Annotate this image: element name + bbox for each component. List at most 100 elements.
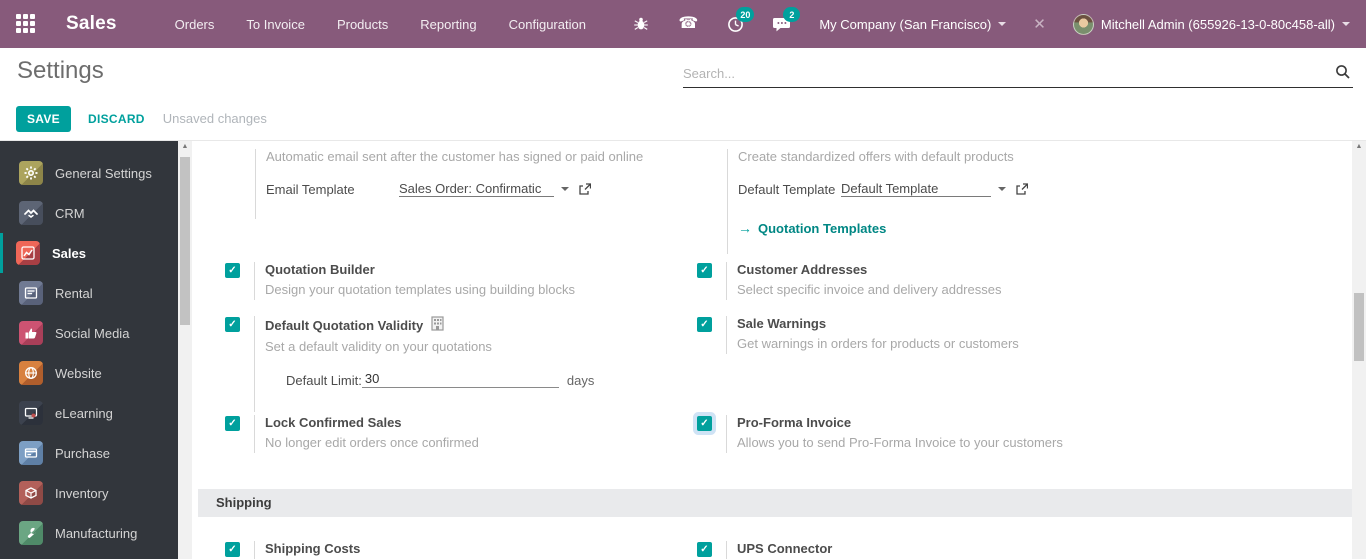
checkbox-customer-addresses[interactable] <box>697 263 712 278</box>
menu-reporting[interactable]: Reporting <box>420 17 476 32</box>
globe-icon <box>19 361 43 385</box>
setting-lock-confirmed-sales: Lock Confirmed Sales No longer edit orde… <box>225 415 705 453</box>
search-input[interactable] <box>683 66 1335 81</box>
default-template-select[interactable]: Default Template <box>841 181 991 197</box>
checkbox-ups-connector[interactable] <box>697 542 712 557</box>
sidebar-item-label: Inventory <box>55 485 109 501</box>
tools-inactive-icon[interactable]: ✕ <box>1033 15 1046 33</box>
main-menu: Orders To Invoice Products Reporting Con… <box>175 17 586 32</box>
sidebar-item-rental[interactable]: Rental <box>0 273 178 313</box>
sidebar-item-label: Sales <box>52 245 86 261</box>
arrow-right-icon: → <box>738 220 752 236</box>
default-limit-suffix: days <box>566 373 595 388</box>
setting-title: Default Quotation Validity <box>265 317 424 333</box>
sidebar-scrollbar-thumb[interactable] <box>180 157 190 325</box>
sidebar-item-purchase[interactable]: Purchase <box>0 433 178 473</box>
checkbox-pro-forma-invoice[interactable] <box>697 416 712 431</box>
sidebar-item-label: CRM <box>55 205 85 221</box>
setting-description: Set a default validity on your quotation… <box>265 339 492 354</box>
settings-sidebar: General Settings CRM Sales Rental Social… <box>0 141 178 559</box>
default-template-label: Default Template <box>738 181 836 197</box>
setting-customer-addresses: Customer Addresses Select specific invoi… <box>697 262 1257 300</box>
systray: ☎ 20 2 My Company (San Francisco) ✕ Mitc… <box>631 7 1350 35</box>
setting-description: Get warnings in orders for products or c… <box>737 336 1019 351</box>
setting-description: Allows you to send Pro-Forma Invoice to … <box>737 435 1063 450</box>
setting-title: UPS Connector <box>737 541 833 556</box>
setting-title: Quotation Builder <box>265 262 375 277</box>
avatar <box>1072 13 1094 35</box>
sidebar-item-general-settings[interactable]: General Settings <box>0 153 178 193</box>
setting-pro-forma-invoice: Pro-Forma Invoice Allows you to send Pro… <box>697 415 1257 453</box>
quotation-templates-link[interactable]: → Quotation Templates <box>738 220 1287 236</box>
kanban-card-icon <box>19 281 43 305</box>
quotation-templates-setting: Create standardized offers with default … <box>727 149 1287 254</box>
default-limit-input[interactable]: 30 <box>361 371 559 388</box>
setting-sale-warnings: Sale Warnings Get warnings in orders for… <box>697 316 1257 354</box>
sidebar-item-social-media[interactable]: Social Media <box>0 313 178 353</box>
setting-description: Design your quotation templates using bu… <box>265 282 576 297</box>
checkbox-default-quotation-validity[interactable] <box>225 317 240 332</box>
setting-ups-connector: UPS Connector <box>697 541 1257 559</box>
scroll-up-icon[interactable]: ▲ <box>1352 143 1366 150</box>
control-panel: Settings <box>0 48 1366 97</box>
chevron-down-icon <box>1342 22 1350 26</box>
checkbox-shipping-costs[interactable] <box>225 542 240 557</box>
settings-content: Automatic email sent after the customer … <box>192 141 1352 559</box>
settings-page: Sales Orders To Invoice Products Reporti… <box>0 0 1366 559</box>
messages-chat-icon[interactable]: 2 <box>772 7 801 34</box>
apps-menu-icon[interactable] <box>16 14 36 34</box>
line-chart-icon <box>16 241 40 265</box>
message-count-badge[interactable]: 2 <box>783 7 801 22</box>
external-link-icon[interactable] <box>578 182 591 196</box>
search-bar <box>683 60 1353 88</box>
user-menu[interactable]: Mitchell Admin (655926-13-0-80c458-all) <box>1072 13 1350 35</box>
box-icon <box>19 481 43 505</box>
app-brand[interactable]: Sales <box>66 13 117 35</box>
sidebar-item-inventory[interactable]: Inventory <box>0 473 178 513</box>
search-icon[interactable] <box>1335 64 1351 83</box>
checkbox-sale-warnings[interactable] <box>697 317 712 332</box>
sidebar-item-manufacturing[interactable]: Manufacturing <box>0 513 178 553</box>
activity-count-badge[interactable]: 20 <box>736 7 755 22</box>
enterprise-building-icon <box>431 316 444 334</box>
sidebar-item-label: Purchase <box>55 445 110 461</box>
main-scrollbar[interactable]: ▲ <box>1352 141 1366 559</box>
sidebar-item-label: Manufacturing <box>55 525 138 541</box>
sidebar-scrollbar[interactable]: ▲ <box>178 141 192 559</box>
sidebar-item-label: Website <box>55 365 102 381</box>
setting-description: No longer edit orders once confirmed <box>265 435 479 450</box>
default-limit-label: Default Limit: <box>286 373 362 388</box>
chevron-down-icon[interactable] <box>998 187 1006 191</box>
save-button[interactable]: SAVE <box>16 105 71 132</box>
discard-button[interactable]: DISCARD <box>88 112 145 126</box>
sidebar-item-elearning[interactable]: eLearning <box>0 393 178 433</box>
bug-icon[interactable] <box>631 14 651 34</box>
email-template-select[interactable]: Sales Order: Confirmatic <box>399 181 554 197</box>
activities-clock-icon[interactable]: 20 <box>725 7 755 34</box>
chevron-down-icon[interactable] <box>561 187 569 191</box>
screen-icon <box>19 401 43 425</box>
sidebar-item-website[interactable]: Website <box>0 353 178 393</box>
setting-default-quotation-validity: Default Quotation Validity Set a default… <box>225 316 705 412</box>
checkbox-lock-confirmed-sales[interactable] <box>225 416 240 431</box>
phone-icon[interactable]: ☎ <box>678 14 698 34</box>
scroll-up-icon[interactable]: ▲ <box>178 143 192 150</box>
setting-description: Create standardized offers with default … <box>738 149 1014 164</box>
email-template-label: Email Template <box>266 181 355 197</box>
menu-products[interactable]: Products <box>337 17 388 32</box>
external-link-icon[interactable] <box>1015 182 1028 196</box>
main-scrollbar-thumb[interactable] <box>1354 293 1364 361</box>
sidebar-item-label: Rental <box>55 285 93 301</box>
credit-card-icon <box>19 441 43 465</box>
company-switcher[interactable]: My Company (San Francisco) <box>819 17 1007 32</box>
menu-configuration[interactable]: Configuration <box>509 17 586 32</box>
unsaved-changes-text: Unsaved changes <box>162 111 267 126</box>
setting-title: Shipping Costs <box>265 541 361 556</box>
checkbox-quotation-builder[interactable] <box>225 263 240 278</box>
handshake-icon <box>19 201 43 225</box>
top-navbar: Sales Orders To Invoice Products Reporti… <box>0 0 1366 48</box>
menu-orders[interactable]: Orders <box>175 17 215 32</box>
menu-to-invoice[interactable]: To Invoice <box>246 17 305 32</box>
sidebar-item-sales[interactable]: Sales <box>0 233 178 273</box>
sidebar-item-crm[interactable]: CRM <box>0 193 178 233</box>
